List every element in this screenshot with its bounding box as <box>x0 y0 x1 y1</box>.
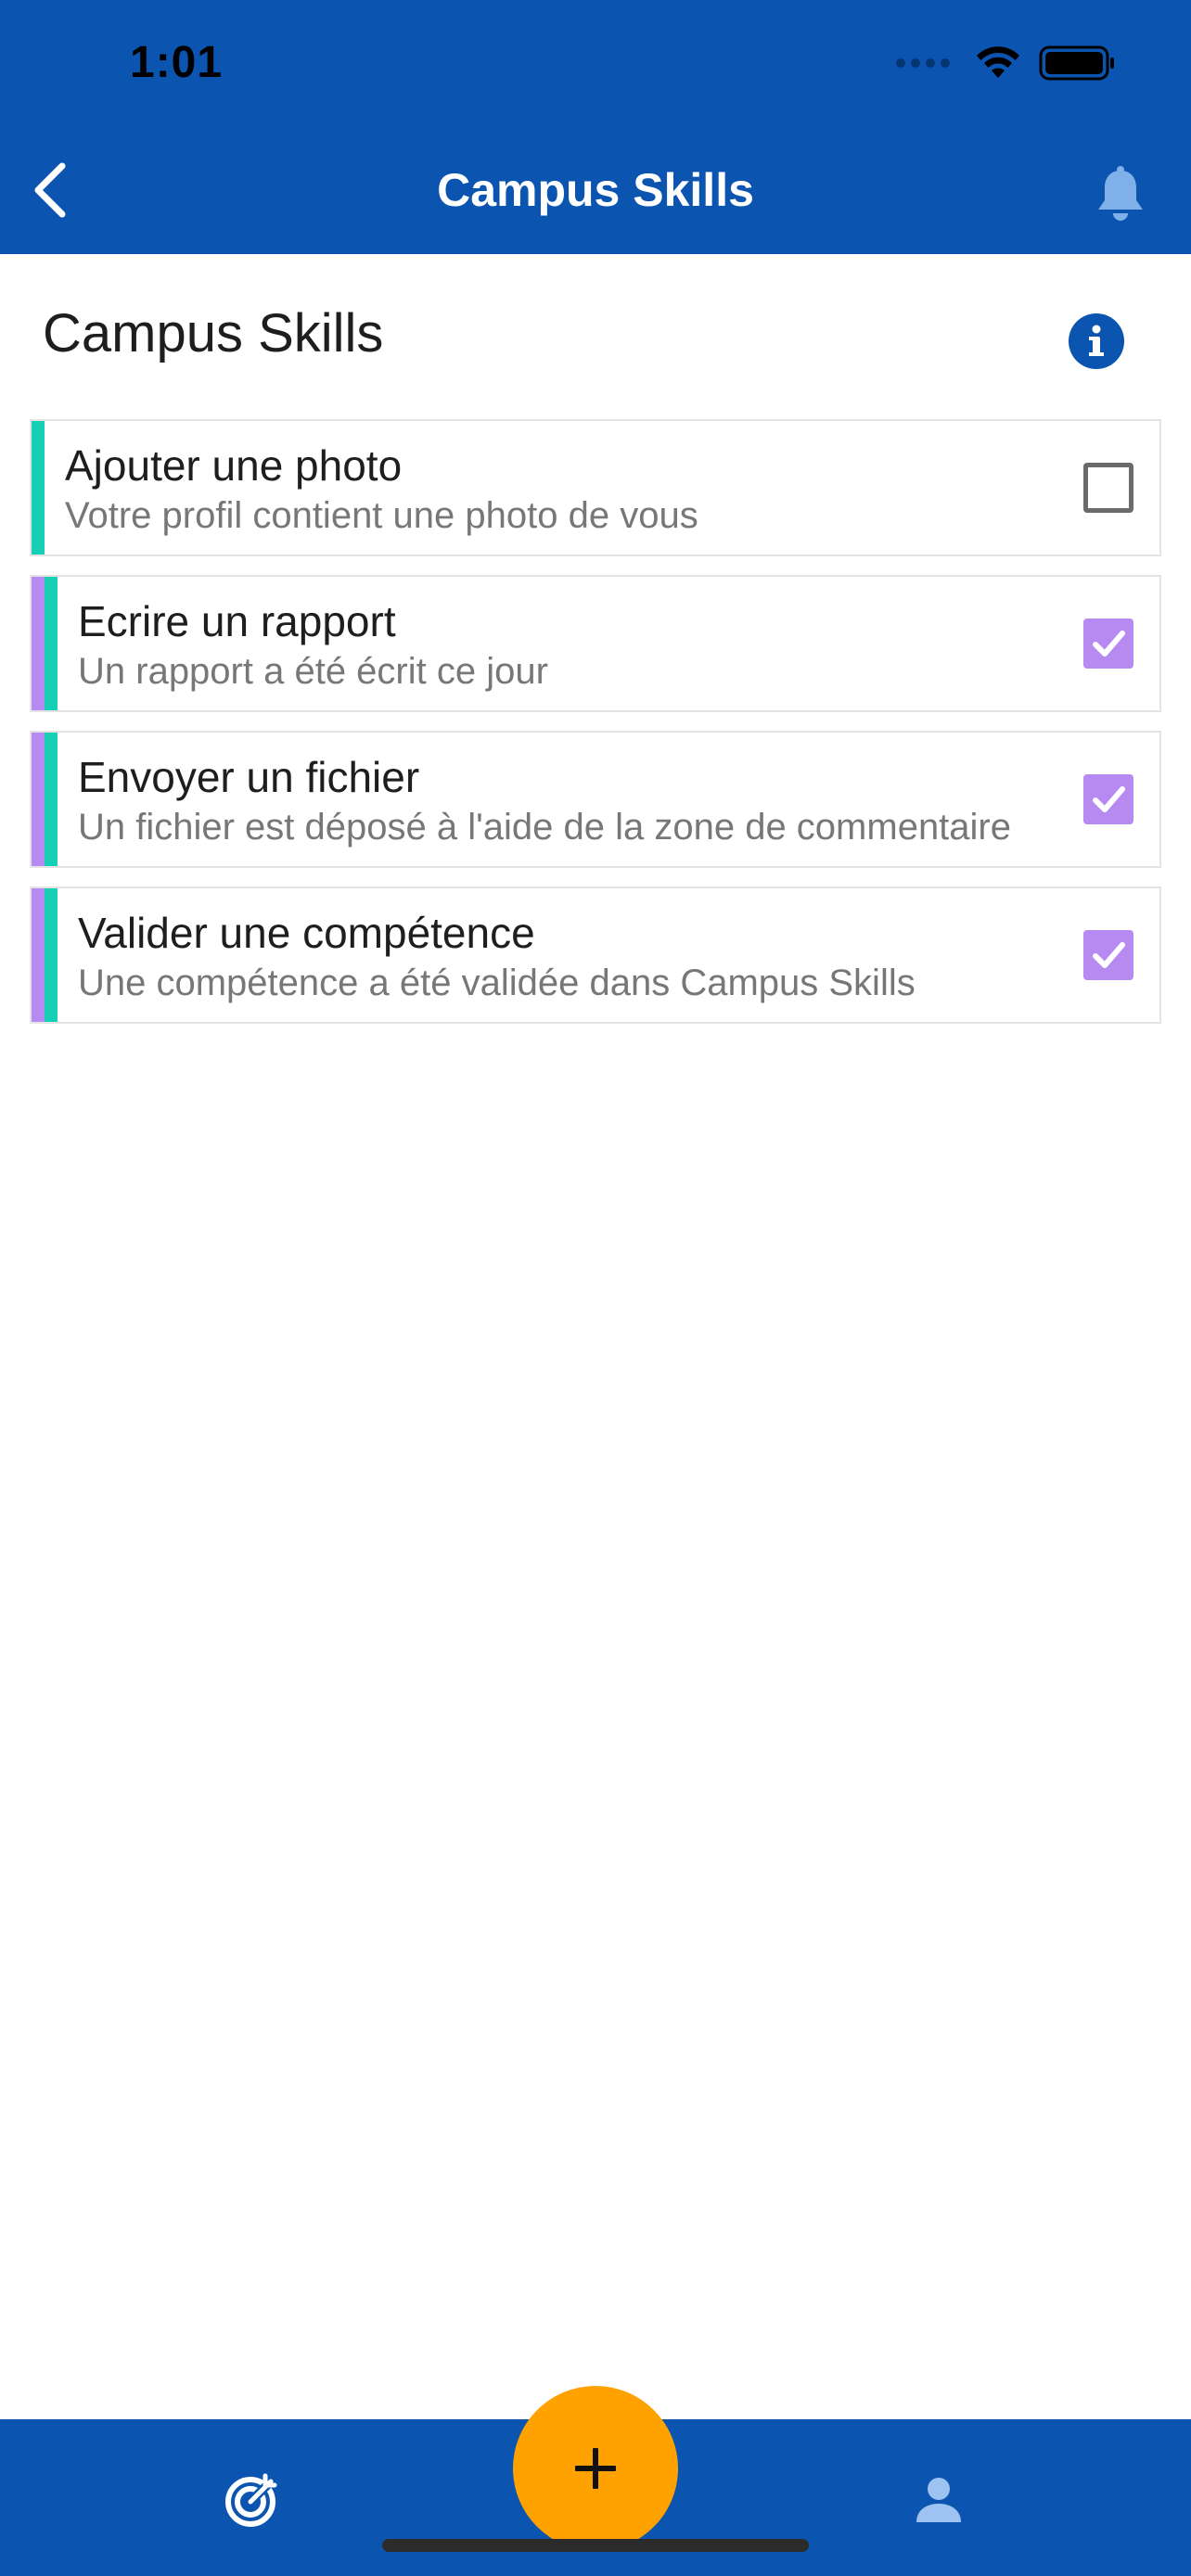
task-card-add-photo[interactable]: Ajouter une photo Votre profil contient … <box>30 419 1161 556</box>
add-button[interactable] <box>513 2386 678 2551</box>
notifications-button[interactable] <box>1083 158 1158 232</box>
task-title: Valider une compétence <box>78 909 535 957</box>
target-icon <box>225 2473 277 2527</box>
info-button[interactable] <box>1069 313 1124 369</box>
checkmark-icon <box>1093 631 1125 657</box>
wifi-icon <box>977 46 1019 78</box>
accent-bar-teal <box>45 888 58 1022</box>
checkmark-icon <box>1093 942 1125 968</box>
status-time: 1:01 <box>130 38 224 87</box>
page-title: Campus Skills <box>43 303 384 363</box>
bell-icon <box>1098 166 1143 221</box>
person-icon <box>916 2478 961 2522</box>
task-description: Votre profil contient une photo de vous <box>65 495 698 536</box>
status-icons <box>896 45 1117 82</box>
task-title: Ecrire un rapport <box>78 597 396 645</box>
accent-bar-teal <box>45 733 58 866</box>
battery-icon <box>1039 45 1114 81</box>
task-card-validate-skill[interactable]: Valider une compétence Une compétence a … <box>30 886 1161 1024</box>
accent-bar-purple <box>32 733 45 866</box>
task-checkbox[interactable] <box>1083 774 1133 824</box>
task-description: Un fichier est déposé à l'aide de la zon… <box>78 807 1011 848</box>
tab-profile[interactable] <box>905 2467 972 2533</box>
info-icon <box>1089 325 1104 356</box>
nav-title: Campus Skills <box>437 164 754 216</box>
cellular-signal-icon <box>896 58 950 68</box>
task-checkbox[interactable] <box>1083 463 1133 513</box>
task-checkbox[interactable] <box>1083 618 1133 669</box>
plus-icon <box>575 2448 616 2489</box>
accent-bar-teal <box>45 577 58 710</box>
checkmark-icon <box>1093 786 1125 812</box>
task-title: Envoyer un fichier <box>78 753 420 801</box>
accent-bar-purple <box>32 577 45 710</box>
accent-bar-teal <box>32 421 45 555</box>
task-checkbox[interactable] <box>1083 930 1133 980</box>
task-list: Ajouter une photo Votre profil contient … <box>30 419 1161 1042</box>
task-description: Une compétence a été validée dans Campus… <box>78 963 916 1003</box>
task-card-send-file[interactable]: Envoyer un fichier Un fichier est déposé… <box>30 731 1161 868</box>
task-title: Ajouter une photo <box>65 441 403 490</box>
home-indicator[interactable] <box>382 2539 809 2552</box>
tab-goals[interactable] <box>219 2467 286 2533</box>
task-description: Un rapport a été écrit ce jour <box>78 651 548 692</box>
accent-bar-purple <box>32 888 45 1022</box>
task-card-write-report[interactable]: Ecrire un rapport Un rapport a été écrit… <box>30 575 1161 712</box>
